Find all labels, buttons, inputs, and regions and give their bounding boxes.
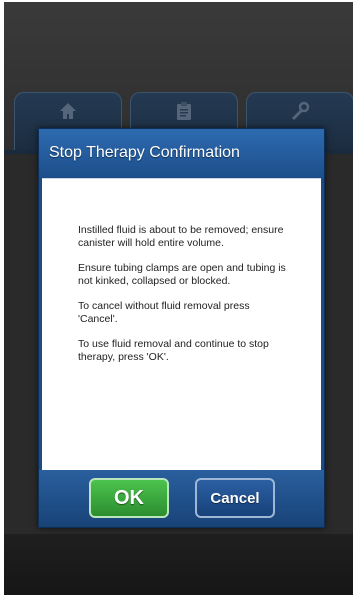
dialog-title: Stop Therapy Confirmation [39,129,324,177]
dialog-message: Instilled fluid is about to be removed; … [78,224,288,376]
tools-icon [289,101,311,125]
message-ok-instruction: To use fluid removal and continue to sto… [78,338,269,363]
cancel-button[interactable]: Cancel [195,478,275,518]
clipboard-icon [175,101,193,125]
stop-therapy-dialog: Stop Therapy Confirmation Instilled flui… [38,128,325,528]
bottom-bar [4,534,353,595]
dialog-body: Instilled fluid is about to be removed; … [42,178,321,470]
message-tubing-check: Ensure tubing clamps are open and tubing… [78,262,286,287]
message-cancel-instruction: To cancel without fluid removal press 'C… [78,300,250,325]
dialog-footer: OK Cancel [39,470,324,527]
home-icon [58,101,78,125]
ok-button[interactable]: OK [89,478,169,518]
message-fluid-removal: Instilled fluid is about to be removed; … [78,224,284,249]
